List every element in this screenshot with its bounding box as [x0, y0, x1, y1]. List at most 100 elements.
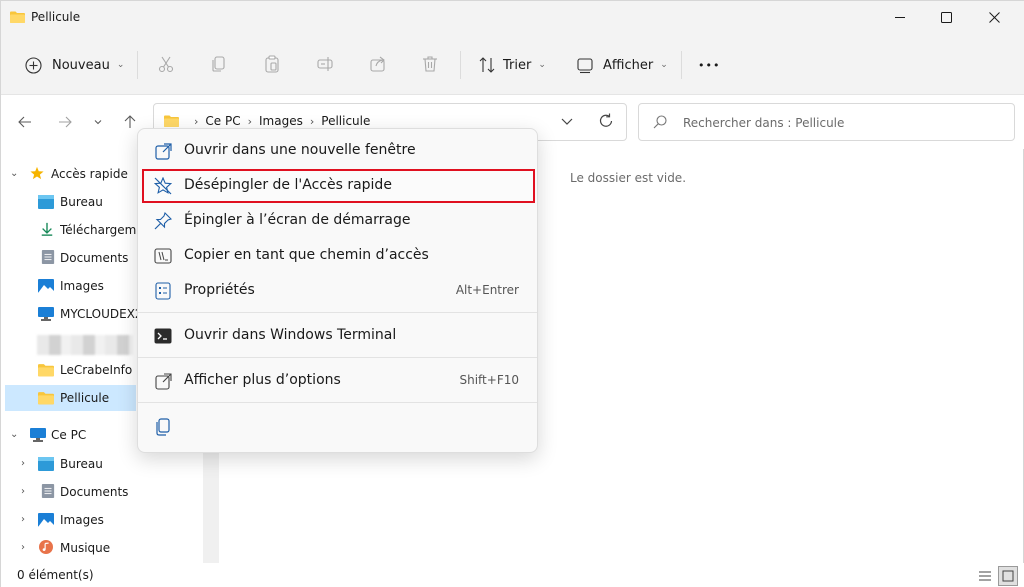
image-icon — [38, 513, 54, 527]
list-view-icon — [979, 571, 991, 581]
recent-locations-button[interactable] — [87, 111, 109, 133]
chevron-right-icon: › — [21, 458, 25, 469]
paste-button[interactable] — [262, 54, 282, 74]
minimize-icon — [894, 16, 905, 18]
breadcrumb: › Ce PC › Images › Pellicule — [164, 114, 370, 128]
sidebar-label: Accès rapide — [51, 167, 128, 181]
refresh-icon — [599, 113, 613, 127]
details-view-button[interactable] — [975, 566, 995, 586]
plus-circle-icon — [25, 56, 42, 74]
sidebar-label: Images — [60, 279, 104, 293]
chevron-down-icon: ⌄ — [116, 60, 125, 70]
menu-item-open-new-window[interactable]: Ouvrir dans une nouvelle fenêtre — [142, 134, 535, 168]
tiles-view-icon — [1002, 570, 1014, 582]
document-icon — [41, 484, 55, 498]
sidebar-item-pc-musique[interactable]: › Musique — [1, 535, 201, 561]
sidebar-label: Images — [60, 513, 104, 527]
maximize-icon — [940, 11, 952, 23]
menu-item-properties[interactable]: Propriétés Alt+Entrer — [142, 274, 535, 308]
share-icon — [370, 56, 385, 72]
chevron-right-icon: › — [194, 114, 199, 128]
folder-icon — [38, 392, 54, 405]
chevron-right-icon: › — [21, 486, 25, 497]
new-button[interactable]: Nouveau ⌄ — [25, 53, 124, 77]
sidebar-item-pc-images[interactable]: › Images — [1, 507, 201, 533]
view-icon — [577, 57, 593, 73]
pin-icon — [154, 212, 172, 230]
sidebar-item-pellicule[interactable]: Pellicule — [5, 385, 136, 411]
toolbar-divider — [137, 51, 138, 79]
rename-button[interactable] — [315, 54, 335, 74]
unpin-icon — [154, 177, 172, 195]
view-button-label: Afficher — [603, 57, 654, 73]
refresh-button[interactable] — [598, 113, 614, 132]
folder-icon — [10, 11, 25, 23]
sidebar-label: Musique — [60, 541, 111, 555]
trash-icon — [423, 56, 437, 72]
copy-icon — [154, 418, 172, 436]
command-bar: Nouveau ⌄ Trier ⌄ Afficher ⌄ ••• — [1, 35, 1024, 95]
context-menu: Ouvrir dans une nouvelle fenêtre Désépin… — [137, 128, 538, 453]
sidebar-label: Pellicule — [60, 391, 110, 405]
more-options-icon — [154, 372, 172, 390]
search-input[interactable]: Rechercher dans : Pellicule — [683, 116, 844, 130]
copy-path-icon — [154, 247, 172, 265]
sidebar-label: Téléchargements — [60, 223, 140, 237]
more-options-button[interactable]: ••• — [698, 53, 720, 77]
empty-folder-message: Le dossier est vide. — [570, 171, 687, 185]
back-button[interactable] — [14, 111, 36, 133]
chevron-down-icon: ⌄ — [660, 60, 668, 70]
view-button[interactable]: Afficher ⌄ — [577, 53, 668, 77]
folder-icon — [164, 115, 179, 127]
sort-button[interactable]: Trier ⌄ — [478, 53, 546, 77]
cut-button[interactable] — [156, 54, 176, 74]
menu-item-copy-path[interactable]: Copier en tant que chemin d’accès — [142, 239, 535, 273]
copy-icon — [212, 56, 225, 72]
close-icon — [988, 11, 1000, 23]
sidebar-label: MYCLOUDEX2 — [60, 307, 138, 321]
window-title: Pellicule — [31, 10, 81, 24]
menu-copy-button[interactable] — [142, 410, 176, 444]
music-icon — [39, 540, 53, 554]
menu-item-label: Épingler à l’écran de démarrage — [184, 212, 411, 228]
download-icon — [41, 222, 53, 236]
arrow-right-icon — [59, 116, 72, 128]
menu-item-windows-terminal[interactable]: Ouvrir dans Windows Terminal — [142, 319, 535, 353]
properties-icon — [154, 282, 172, 300]
delete-button[interactable] — [420, 54, 440, 74]
maximize-button[interactable] — [923, 1, 969, 33]
search-box[interactable]: Rechercher dans : Pellicule — [638, 103, 1015, 141]
address-dropdown-button[interactable] — [560, 116, 574, 130]
chevron-down-icon — [561, 118, 573, 125]
menu-item-pin-start[interactable]: Épingler à l’écran de démarrage — [142, 204, 535, 238]
star-icon — [30, 166, 44, 180]
forward-button[interactable] — [54, 111, 76, 133]
minimize-button[interactable] — [877, 1, 923, 33]
clipboard-icon — [265, 55, 279, 73]
tiles-view-button[interactable] — [998, 566, 1018, 586]
menu-item-more-options[interactable]: Afficher plus d’options Shift+F10 — [142, 364, 535, 398]
terminal-icon — [154, 327, 172, 345]
sidebar-item-pc-bureau[interactable]: › Bureau — [1, 451, 201, 477]
breadcrumb-item[interactable]: Images — [259, 114, 303, 128]
share-button[interactable] — [368, 54, 388, 74]
menu-item-unpin-quick-access[interactable]: Désépingler de l'Accès rapide — [142, 169, 535, 203]
sidebar-item-pc-documents[interactable]: › Documents — [1, 479, 201, 505]
chevron-right-icon: › — [21, 514, 25, 525]
menu-item-label: Ouvrir dans une nouvelle fenêtre — [184, 142, 416, 158]
rename-icon — [317, 57, 333, 71]
breadcrumb-item[interactable]: Pellicule — [321, 114, 370, 128]
sidebar-label: Bureau — [60, 195, 103, 209]
breadcrumb-item[interactable]: Ce PC — [205, 114, 240, 128]
copy-button[interactable] — [209, 54, 229, 74]
monitor-icon — [38, 307, 54, 321]
close-button[interactable] — [971, 1, 1017, 33]
status-bar: 0 élément(s) — [1, 563, 1024, 587]
chevron-right-icon: › — [247, 114, 253, 128]
sidebar-label: Ce PC — [51, 428, 87, 442]
up-button[interactable] — [119, 111, 141, 133]
sidebar-label: LeCrabeInfo — [60, 363, 133, 377]
sort-icon — [479, 57, 495, 73]
title-bar: Pellicule — [1, 1, 1024, 35]
arrow-left-icon — [18, 116, 31, 128]
